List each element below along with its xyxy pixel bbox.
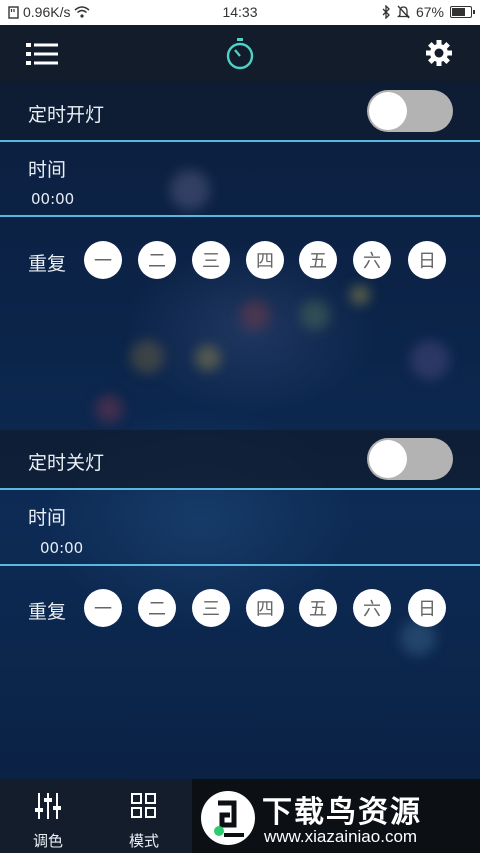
nav-item-color[interactable]: 调色 <box>0 779 96 853</box>
off-repeat-label: 重复 <box>28 601 67 623</box>
off-day-mon[interactable]: 一 <box>84 589 122 627</box>
status-bar: 0.96K/s 14:33 67% <box>0 0 480 25</box>
off-day-thu[interactable]: 四 <box>246 589 284 627</box>
sliders-icon <box>35 793 61 819</box>
battery-icon <box>450 6 475 18</box>
on-day-fri[interactable]: 五 <box>299 241 337 279</box>
off-day-wed[interactable]: 三 <box>192 589 230 627</box>
off-day-sat[interactable]: 六 <box>353 589 391 627</box>
divider <box>0 564 480 566</box>
on-day-wed[interactable]: 三 <box>192 241 230 279</box>
app-header <box>0 25 480 82</box>
on-day-mon[interactable]: 一 <box>84 241 122 279</box>
watermark-url: www.xiazainiao.com <box>264 827 418 846</box>
on-time-value[interactable]: 00:00 <box>31 190 74 208</box>
bluetooth-icon <box>382 5 390 19</box>
off-timer-header: 定时关灯 <box>0 430 480 488</box>
on-day-sun[interactable]: 日 <box>408 241 446 279</box>
on-timer-header: 定时开灯 <box>0 82 480 140</box>
divider <box>0 488 480 490</box>
on-timer-toggle[interactable] <box>367 90 453 132</box>
nav-label-color: 调色 <box>32 832 63 850</box>
on-day-thu[interactable]: 四 <box>246 241 284 279</box>
off-day-fri[interactable]: 五 <box>299 589 337 627</box>
off-day-sun[interactable]: 日 <box>408 589 446 627</box>
gear-icon[interactable] <box>426 40 452 66</box>
divider <box>0 140 480 142</box>
watermark-banner: 下载鸟资源 www.xiazainiao.com <box>192 779 480 853</box>
on-timer-title: 定时开灯 <box>28 104 105 126</box>
list-menu-icon[interactable] <box>26 41 58 67</box>
toggle-knob <box>369 440 407 478</box>
watermark-title: 下载鸟资源 <box>262 795 422 830</box>
off-time-value[interactable]: 00:00 <box>40 539 83 557</box>
battery-percent: 67% <box>415 4 444 20</box>
off-timer-toggle[interactable] <box>367 438 453 480</box>
on-day-sat[interactable]: 六 <box>353 241 391 279</box>
off-timer-title: 定时关灯 <box>28 452 105 474</box>
off-day-tue[interactable]: 二 <box>138 589 176 627</box>
divider <box>0 215 480 217</box>
nav-item-mode[interactable]: 模式 <box>96 779 192 853</box>
off-time-label: 时间 <box>28 507 67 529</box>
bird-logo-icon <box>201 791 255 845</box>
on-day-tue[interactable]: 二 <box>138 241 176 279</box>
stopwatch-icon <box>226 38 254 70</box>
status-right: 67% <box>382 4 475 20</box>
grid-icon <box>131 793 156 818</box>
toggle-knob <box>369 92 407 130</box>
on-repeat-label: 重复 <box>28 253 67 275</box>
on-time-label: 时间 <box>28 159 67 181</box>
nav-label-mode: 模式 <box>128 832 159 850</box>
mute-bell-icon <box>396 5 410 19</box>
